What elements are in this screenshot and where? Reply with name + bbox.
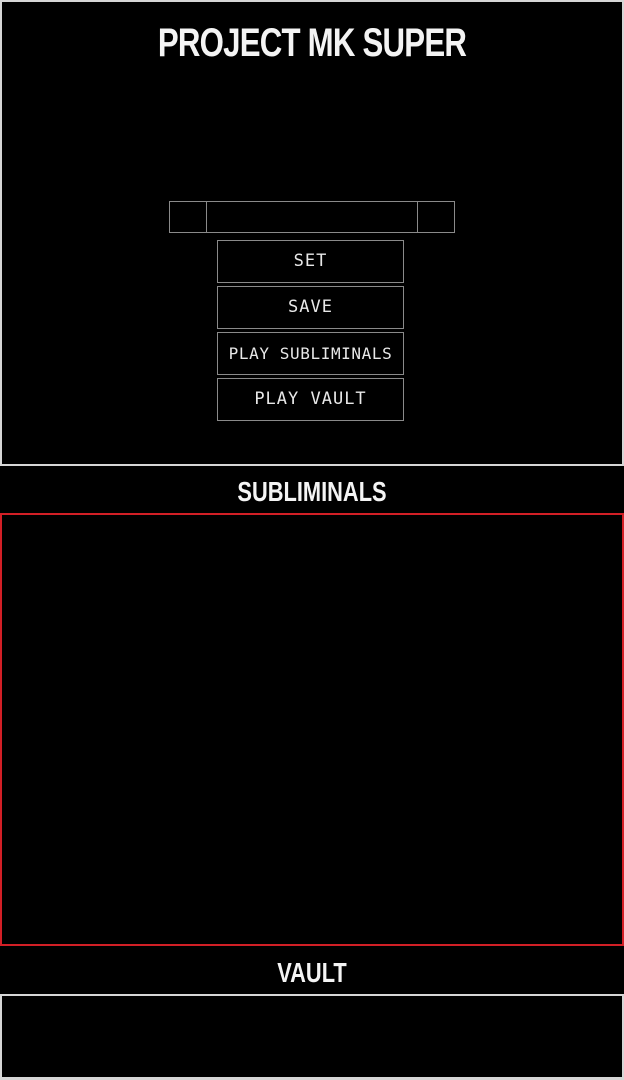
vault-heading: VAULT — [277, 957, 347, 988]
vault-panel — [0, 994, 624, 1080]
stepper-decrement-button[interactable] — [170, 202, 207, 232]
subliminals-panel — [0, 513, 624, 946]
save-button[interactable]: SAVE — [217, 286, 404, 329]
set-button[interactable]: SET — [217, 240, 404, 283]
stepper-increment-button[interactable] — [417, 202, 454, 232]
control-panel: PROJECT MK SUPER SET SAVE PLAY SUBLIMINA… — [0, 0, 624, 466]
play-subliminals-button[interactable]: PLAY SUBLIMINALS — [217, 332, 404, 375]
app-title: PROJECT MK SUPER — [157, 21, 467, 65]
subliminals-heading: SUBLIMINALS — [237, 476, 387, 507]
play-vault-button[interactable]: PLAY VAULT — [217, 378, 404, 421]
value-stepper[interactable] — [169, 201, 455, 233]
stepper-value-field[interactable] — [207, 202, 417, 232]
